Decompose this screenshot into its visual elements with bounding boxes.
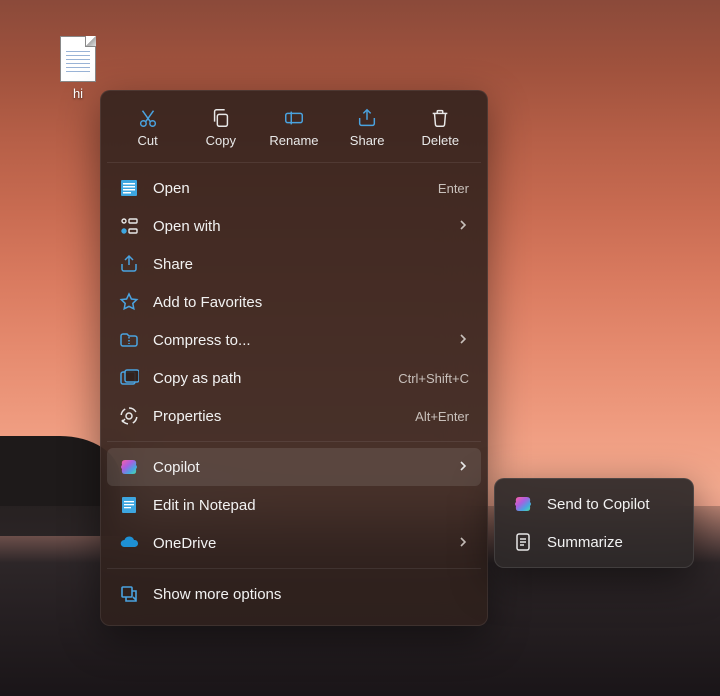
properties-label: Properties (153, 408, 401, 425)
copy-path-shortcut: Ctrl+Shift+C (398, 371, 469, 386)
summarize-label: Summarize (547, 534, 675, 551)
more-options-label: Show more options (153, 586, 469, 603)
send-to-copilot-label: Send to Copilot (547, 496, 675, 513)
chevron-right-icon (457, 535, 469, 552)
favorites-label: Add to Favorites (153, 294, 469, 311)
star-icon (119, 292, 139, 312)
open-with-icon (119, 216, 139, 236)
open-icon (119, 178, 139, 198)
context-section-2: Copilot Edit in Notepad OneDrive (107, 441, 481, 568)
menu-item-more-options[interactable]: Show more options (107, 575, 481, 613)
copilot-icon (119, 457, 139, 477)
desktop-file-label: hi (73, 86, 83, 101)
onedrive-label: OneDrive (153, 535, 443, 552)
chevron-right-icon (457, 459, 469, 476)
menu-item-share[interactable]: Share (107, 245, 481, 283)
menu-item-compress[interactable]: Compress to... (107, 321, 481, 359)
rename-button[interactable]: Rename (259, 103, 329, 152)
open-shortcut: Enter (438, 181, 469, 196)
context-section-3: Show more options (107, 568, 481, 619)
menu-item-favorites[interactable]: Add to Favorites (107, 283, 481, 321)
delete-icon (429, 107, 451, 129)
menu-item-open-with[interactable]: Open with (107, 207, 481, 245)
copy-path-icon (119, 368, 139, 388)
copy-path-label: Copy as path (153, 370, 384, 387)
copy-icon (210, 107, 232, 129)
menu-item-copy-path[interactable]: Copy as path Ctrl+Shift+C (107, 359, 481, 397)
rename-label: Rename (269, 133, 318, 148)
properties-shortcut: Alt+Enter (415, 409, 469, 424)
copy-label: Copy (206, 133, 236, 148)
compress-icon (119, 330, 139, 350)
context-menu-toolbar: Cut Copy Rename (107, 97, 481, 163)
summarize-icon (513, 532, 533, 552)
file-context-menu: Cut Copy Rename (100, 90, 488, 626)
share-icon (356, 107, 378, 129)
submenu-item-summarize[interactable]: Summarize (501, 523, 687, 561)
notepad-label: Edit in Notepad (153, 497, 469, 514)
share-menu-icon (119, 254, 139, 274)
desktop-file-hi[interactable]: hi (46, 36, 110, 101)
delete-label: Delete (422, 133, 460, 148)
copilot-submenu: Send to Copilot Summarize (494, 478, 694, 568)
open-with-label: Open with (153, 218, 443, 235)
chevron-right-icon (457, 332, 469, 349)
menu-item-notepad[interactable]: Edit in Notepad (107, 486, 481, 524)
copilot-label: Copilot (153, 459, 443, 476)
share-label: Share (350, 133, 385, 148)
context-section-1: Open Enter Open with Share (107, 163, 481, 441)
menu-item-open[interactable]: Open Enter (107, 169, 481, 207)
text-file-icon (60, 36, 96, 82)
submenu-item-send-to-copilot[interactable]: Send to Copilot (501, 485, 687, 523)
menu-item-onedrive[interactable]: OneDrive (107, 524, 481, 562)
chevron-right-icon (457, 218, 469, 235)
open-label: Open (153, 180, 424, 197)
copilot-icon (513, 494, 533, 514)
properties-icon (119, 406, 139, 426)
more-options-icon (119, 584, 139, 604)
share-button[interactable]: Share (332, 103, 402, 152)
menu-item-properties[interactable]: Properties Alt+Enter (107, 397, 481, 435)
cut-label: Cut (137, 133, 157, 148)
share-item-label: Share (153, 256, 469, 273)
delete-button[interactable]: Delete (405, 103, 475, 152)
rename-icon (283, 107, 305, 129)
onedrive-icon (119, 533, 139, 553)
cut-icon (137, 107, 159, 129)
menu-item-copilot[interactable]: Copilot (107, 448, 481, 486)
cut-button[interactable]: Cut (113, 103, 183, 152)
compress-label: Compress to... (153, 332, 443, 349)
notepad-icon (119, 495, 139, 515)
copy-button[interactable]: Copy (186, 103, 256, 152)
